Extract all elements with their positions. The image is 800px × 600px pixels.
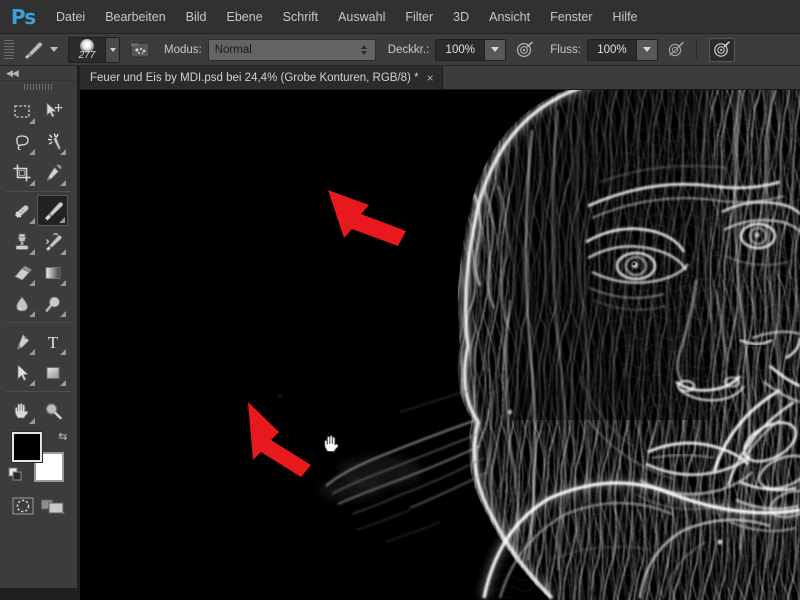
opacity-field[interactable]: 100% [435,38,507,61]
svg-text:T: T [47,333,58,352]
flow-label: Fluss: [550,43,581,56]
menu-item-filter[interactable]: Filter [395,0,443,34]
tools-panel: ◀◀ T ⇆ [0,66,78,588]
pen-icon[interactable] [6,326,37,357]
mode-label: Modus: [164,43,202,56]
menu-item-datei[interactable]: Datei [46,0,95,34]
blend-mode-value: Normal [214,43,252,56]
menu-item-schrift[interactable]: Schrift [273,0,328,34]
options-separator [695,39,697,60]
move-icon[interactable] [37,95,68,126]
menu-item-hilfe[interactable]: Hilfe [603,0,648,34]
healing-brush-icon[interactable] [6,195,37,226]
dodge-icon[interactable] [37,288,68,319]
photoshop-window: Ps Datei Bearbeiten Bild Ebene Schrift A… [0,0,800,600]
blend-mode-select[interactable]: Normal [207,38,376,61]
lasso-icon[interactable] [6,126,37,157]
opacity-value: 100% [436,39,485,60]
menu-item-auswahl[interactable]: Auswahl [328,0,395,34]
opacity-dropdown-arrow-icon[interactable] [484,39,506,60]
brush-preset-picker[interactable]: 277 [68,36,120,63]
screen-mode-icon[interactable] [40,496,66,521]
blur-drop-icon[interactable] [6,288,37,319]
brush-preset-dropdown-arrow-icon[interactable] [105,37,119,62]
tool-group-separator [6,322,71,323]
clone-stamp-icon[interactable] [6,226,37,257]
blend-mode-spinner-icon[interactable] [356,44,372,55]
type-t-icon[interactable]: T [37,326,68,357]
pressure-opacity-icon[interactable] [512,38,538,62]
glowing-edges-portrait [80,90,800,600]
menu-item-fenster[interactable]: Fenster [540,0,602,34]
document-tab-title: Feuer und Eis by MDI.psd bei 24,4% (Grob… [90,71,419,84]
collapse-double-chevron-left-icon[interactable]: ◀◀ [6,68,19,79]
photoshop-logo-icon: Ps [10,4,36,29]
magic-wand-icon[interactable] [37,126,68,157]
rectangle-shape-icon[interactable] [37,357,68,388]
rectangular-marquee-icon[interactable] [6,95,37,126]
brush-size-value: 277 [78,49,96,61]
brush-tool-preset-caret-icon[interactable] [50,47,58,52]
gradient-icon[interactable] [37,257,68,288]
airbrush-icon[interactable] [664,38,690,62]
menu-item-bearbeiten[interactable]: Bearbeiten [95,0,175,34]
options-bar: 277 Modus: Normal Deckkr.: 100% Fluss: 1… [0,34,800,66]
options-bar-grip[interactable] [4,39,14,60]
menu-item-3d[interactable]: 3D [443,0,479,34]
brush-preview: 277 [69,37,105,62]
eyedropper-icon[interactable] [37,157,68,188]
menu-bar: Ps Datei Bearbeiten Bild Ebene Schrift A… [0,0,800,34]
tool-group-separator [6,391,71,392]
color-swatches: ⇆ [8,430,70,486]
crop-icon[interactable] [6,157,37,188]
flow-dropdown-arrow-icon[interactable] [635,39,657,60]
tools-panel-bottom [0,486,77,521]
brush-icon[interactable] [18,37,48,63]
close-icon[interactable]: × [427,72,434,84]
menu-item-ebene[interactable]: Ebene [217,0,273,34]
tools-grid: T [0,93,77,426]
flow-field[interactable]: 100% [586,38,658,61]
hand-icon[interactable] [6,395,37,426]
default-colors-icon[interactable] [8,467,24,488]
menu-item-ansicht[interactable]: Ansicht [479,0,540,34]
document-tab[interactable]: Feuer und Eis by MDI.psd bei 24,4% (Grob… [80,66,443,89]
swap-colors-icon[interactable]: ⇆ [58,430,67,443]
magnifier-icon[interactable] [37,395,68,426]
eraser-icon[interactable] [6,257,37,288]
path-arrow-icon[interactable] [6,357,37,388]
tools-panel-header: ◀◀ [0,66,77,81]
menu-item-bild[interactable]: Bild [176,0,217,34]
document-tab-bar: Feuer und Eis by MDI.psd bei 24,4% (Grob… [80,66,800,90]
pressure-size-icon[interactable] [708,37,735,62]
brush-panel-icon[interactable] [128,38,152,62]
tool-group-separator [6,191,71,192]
foreground-color-swatch[interactable] [11,432,42,462]
opacity-label: Deckkr.: [387,43,430,56]
brush-tool-button[interactable] [37,195,68,226]
flow-value: 100% [587,39,636,60]
history-brush-icon[interactable] [37,226,68,257]
panel-grip-icon[interactable] [0,81,77,93]
image-canvas[interactable] [80,90,800,600]
quick-mask-icon[interactable] [11,496,35,521]
